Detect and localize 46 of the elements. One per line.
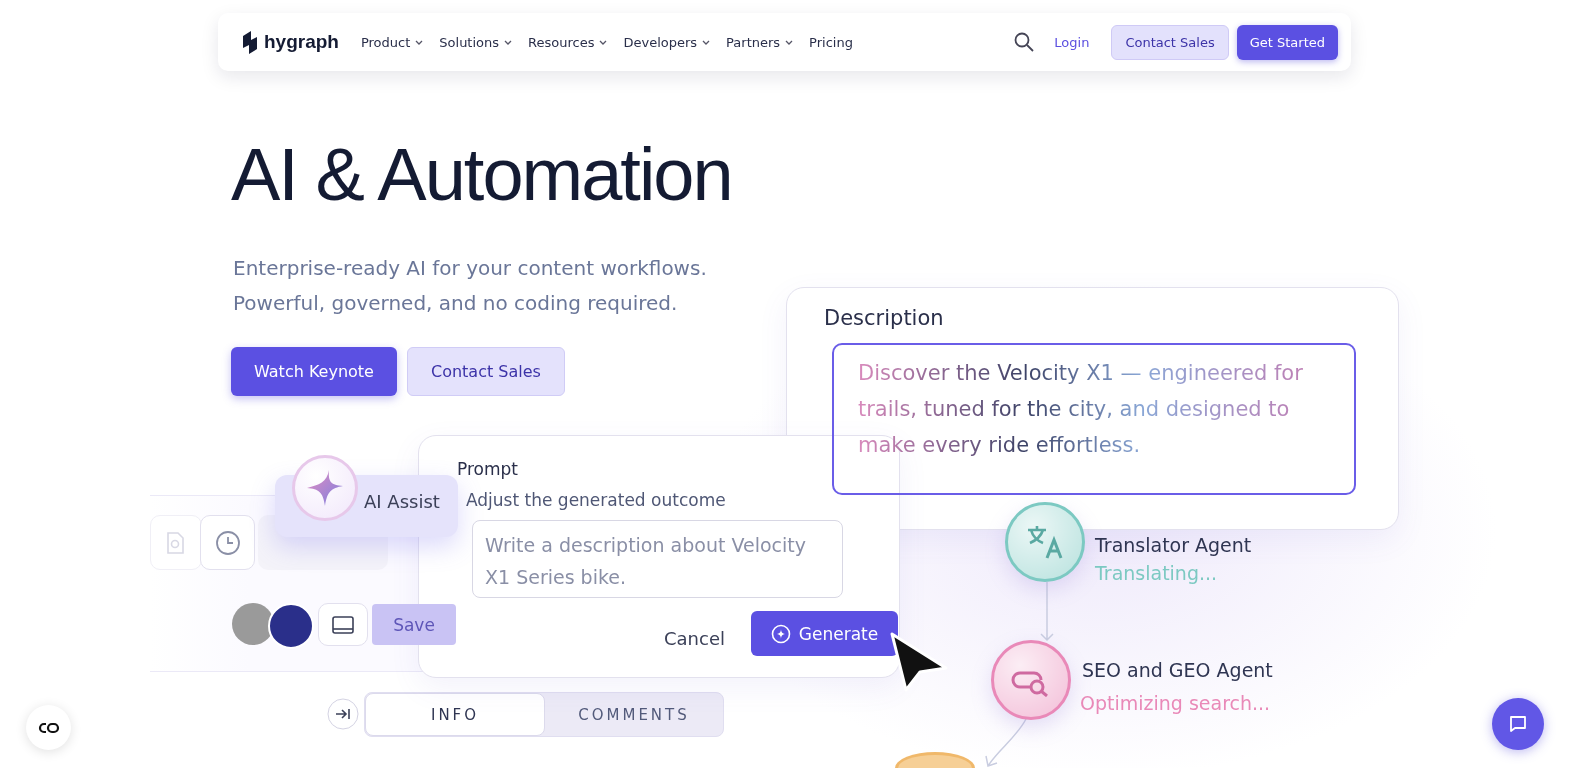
prompt-title: Prompt — [457, 459, 518, 479]
hero-title: AI & Automation — [231, 135, 733, 215]
search-icon[interactable] — [1014, 32, 1035, 52]
contact-sales-button[interactable]: Contact Sales — [406, 347, 565, 396]
description-label: Description — [824, 306, 944, 330]
document-search-icon — [165, 530, 187, 555]
logo-text[interactable]: hygraph — [264, 31, 339, 53]
description-field[interactable]: Discover the Velocity X1 — engineered for trails, tuned for the city, and designed to make every ride effortless. — [832, 343, 1356, 495]
hero-subtitle: Enterprise-ready AI for your content workflows. — [233, 255, 707, 282]
connector-arrow — [984, 718, 1028, 768]
sparkle-icon — [770, 623, 791, 644]
watch-keynote-button[interactable]: Watch Keynote — [231, 347, 397, 396]
avatar — [268, 603, 314, 649]
nav-link[interactable]: Product — [360, 34, 424, 50]
tab[interactable]: COMMENTS — [545, 693, 723, 736]
tab[interactable]: INFO — [365, 693, 545, 736]
prompt-input-field[interactable]: Write a description about Velocity X1 Series bike. — [472, 520, 843, 598]
generate-button[interactable]: Generate — [751, 611, 898, 656]
agent-status: Optimizing search... — [1080, 692, 1271, 714]
contact-sales-button[interactable]: Contact Sales — [1111, 24, 1229, 60]
login-link[interactable]: Login — [1048, 33, 1096, 51]
ai-assist-label: AI Assist — [364, 491, 440, 512]
nav-link[interactable]: Resources — [528, 34, 608, 50]
hero-subtitle: Powerful, governed, and no coding required. — [233, 290, 678, 317]
agent-status: Translating... — [1095, 562, 1218, 584]
cancel-button[interactable]: Cancel — [650, 622, 739, 654]
collapse-icon[interactable] — [327, 698, 359, 730]
chat-button[interactable] — [1492, 698, 1544, 750]
chat-icon — [1508, 714, 1528, 734]
clock-icon — [214, 529, 241, 556]
agent-name: SEO and GEO Agent — [1082, 659, 1273, 681]
logo-icon — [241, 30, 259, 54]
get-started-button[interactable]: Get Started — [1236, 24, 1338, 60]
link-icon — [37, 721, 60, 734]
agent-name: Translator Agent — [1095, 534, 1252, 556]
prompt-hint: Adjust the generated outcome — [466, 490, 726, 510]
translate-icon — [1025, 524, 1065, 560]
nav-link[interactable]: Solutions — [439, 34, 513, 50]
nav-link[interactable]: Pricing — [809, 34, 853, 50]
screen-icon — [332, 615, 354, 634]
history-button[interactable] — [200, 515, 255, 570]
floating-button[interactable] — [26, 705, 71, 750]
nav-link[interactable]: Partners — [726, 34, 794, 50]
connector-arrow — [1040, 582, 1054, 642]
panel-toggle-button[interactable] — [318, 603, 368, 646]
nav-link[interactable]: Developers — [623, 34, 711, 50]
